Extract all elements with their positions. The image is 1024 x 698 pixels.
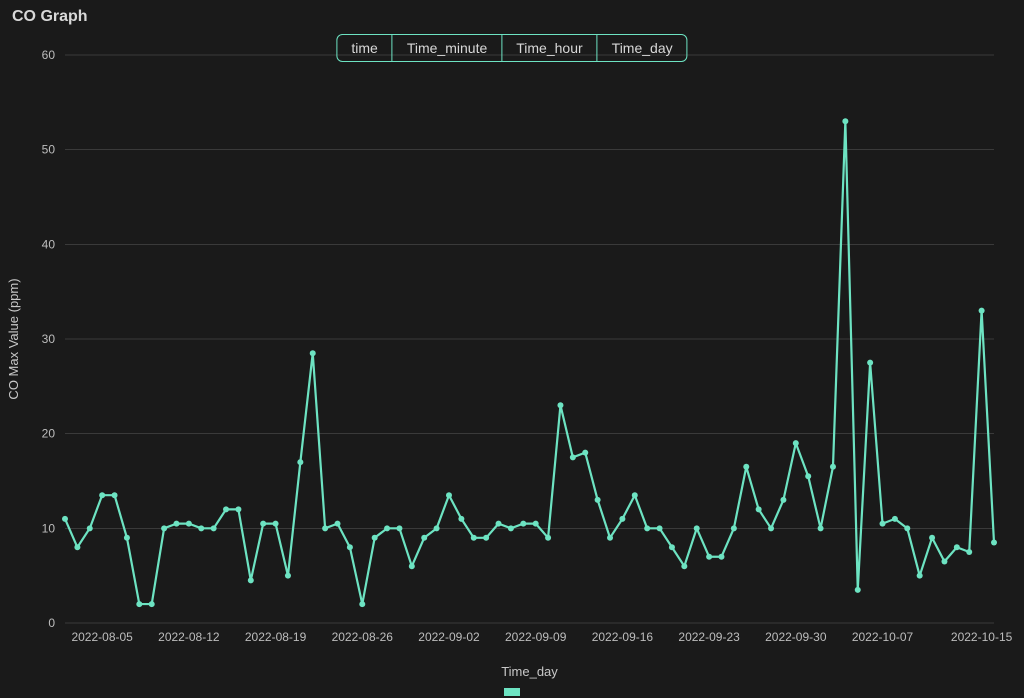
line-chart: 0 10 20 30 40 50 60 2022-08-05 2022-08-12 2022-08…: [0, 30, 1024, 698]
svg-text:50: 50: [42, 143, 56, 157]
chart-area[interactable]: 0 10 20 30 40 50 60 2022-08-05 2022-08-12 2022-08…: [0, 30, 1024, 698]
svg-text:2022-10-07: 2022-10-07: [852, 630, 914, 644]
svg-text:20: 20: [42, 427, 56, 441]
svg-text:40: 40: [42, 237, 56, 251]
svg-text:CO Max Value (ppm): CO Max Value (ppm): [6, 278, 21, 399]
svg-text:2022-10-15: 2022-10-15: [951, 630, 1013, 644]
svg-text:10: 10: [42, 521, 56, 535]
svg-text:Time_day: Time_day: [501, 664, 558, 679]
time-granularity-selector: time Time_minute Time_hour Time_day: [336, 34, 687, 62]
svg-text:2022-09-02: 2022-09-02: [418, 630, 480, 644]
chart-panel: CO Graph time Time_minute Time_hour Time…: [0, 0, 1024, 698]
svg-text:30: 30: [42, 332, 56, 346]
segment-time-day[interactable]: Time_day: [598, 35, 687, 61]
legend-swatch: [504, 688, 520, 696]
svg-text:60: 60: [42, 48, 56, 62]
segment-time[interactable]: time: [337, 35, 392, 61]
svg-text:0: 0: [48, 616, 55, 630]
svg-text:2022-09-09: 2022-09-09: [505, 630, 567, 644]
svg-text:2022-09-23: 2022-09-23: [678, 630, 740, 644]
svg-text:2022-09-30: 2022-09-30: [765, 630, 827, 644]
svg-text:2022-09-16: 2022-09-16: [592, 630, 654, 644]
svg-text:2022-08-26: 2022-08-26: [332, 630, 394, 644]
svg-text:2022-08-12: 2022-08-12: [158, 630, 220, 644]
segment-time-minute[interactable]: Time_minute: [393, 35, 502, 61]
segment-time-hour[interactable]: Time_hour: [502, 35, 597, 61]
svg-text:2022-08-19: 2022-08-19: [245, 630, 307, 644]
panel-title: CO Graph: [12, 8, 88, 26]
svg-text:2022-08-05: 2022-08-05: [71, 630, 133, 644]
